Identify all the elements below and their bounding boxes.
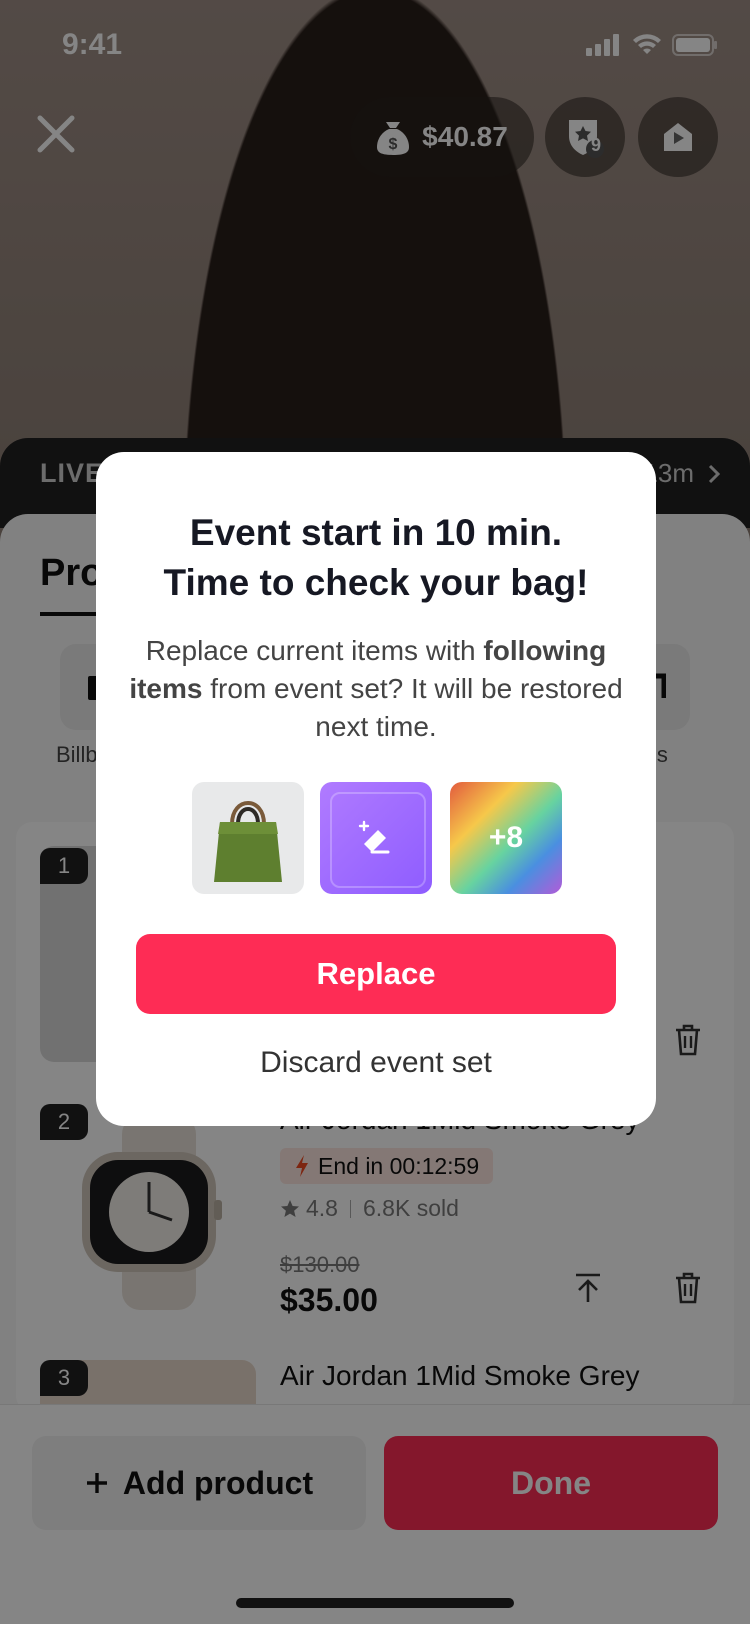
voucher-frame — [330, 792, 426, 888]
event-item-thumbnail — [320, 782, 432, 894]
event-item-thumbnail-more: +8 — [450, 782, 562, 894]
dialog-title: Event start in 10 min. Time to check you… — [120, 508, 632, 608]
dialog-title-line2: Time to check your bag! — [163, 562, 589, 603]
message-prefix: Replace current items with — [145, 635, 476, 666]
message-suffix: from event set? It will be restored next… — [210, 673, 623, 742]
event-item-thumbnail — [192, 782, 304, 894]
replace-button[interactable]: Replace — [136, 934, 616, 1014]
tote-bag-image — [214, 801, 282, 882]
more-items-count: +8 — [488, 821, 524, 854]
dialog-message: Replace current items with following ite… — [128, 632, 624, 746]
discard-event-set-button[interactable]: Discard event set — [136, 1046, 616, 1086]
home-indicator — [236, 1598, 514, 1608]
dialog-title-line1: Event start in 10 min. — [189, 512, 563, 553]
